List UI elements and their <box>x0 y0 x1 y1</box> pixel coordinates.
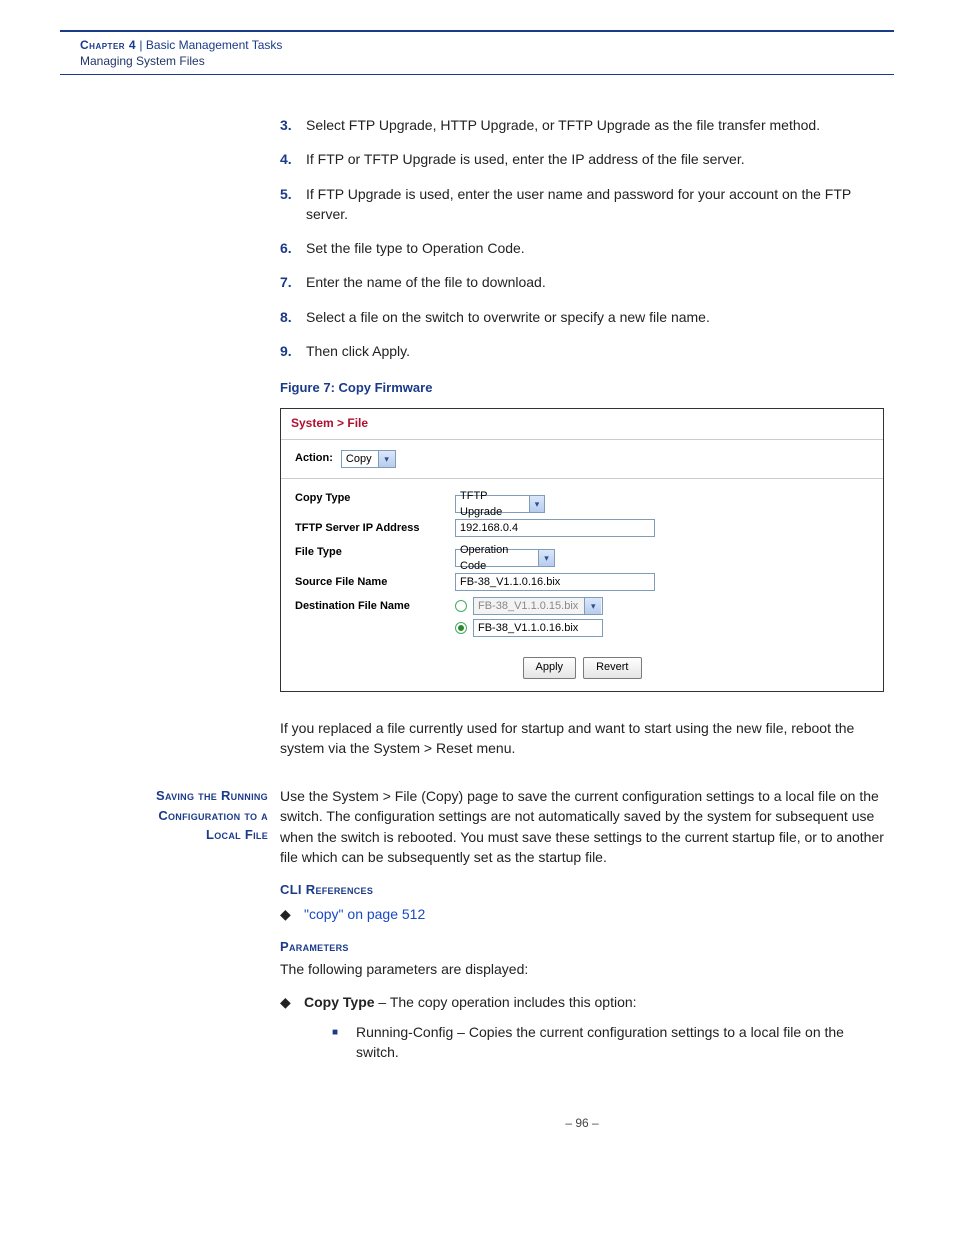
panel-breadcrumb: System > File <box>281 409 883 439</box>
dest-radio-new[interactable] <box>455 622 467 634</box>
chevron-down-icon: ▾ <box>584 598 601 614</box>
copy-firmware-panel: System > File Action: Copy ▾ Copy Type T… <box>280 408 884 691</box>
step-4: 4.If FTP or TFTP Upgrade is used, enter … <box>280 149 884 169</box>
section-body-text: Use the System > File (Copy) page to sav… <box>280 788 884 865</box>
chapter-label: Chapter 4 <box>80 38 136 52</box>
file-type-select[interactable]: Operation Code ▾ <box>455 549 555 567</box>
chevron-down-icon: ▾ <box>378 451 395 467</box>
after-figure-paragraph: If you replaced a file currently used fo… <box>280 718 884 759</box>
source-file-input[interactable]: FB-38_V1.1.0.16.bix <box>455 573 655 591</box>
step-7: 7.Enter the name of the file to download… <box>280 272 884 292</box>
file-type-label: File Type <box>295 543 455 561</box>
sub-param-running-config: ■ Running-Config – Copies the current co… <box>332 1022 884 1063</box>
cli-ref-item: ◆ "copy" on page 512 <box>280 904 884 924</box>
diamond-bullet-icon: ◆ <box>280 904 304 924</box>
cli-references-heading: CLI References <box>280 881 884 900</box>
dest-file-label: Destination File Name <box>295 597 455 615</box>
revert-button[interactable]: Revert <box>583 657 641 679</box>
param-copy-type: ◆ Copy Type – The copy operation include… <box>280 992 884 1073</box>
step-8: 8.Select a file on the switch to overwri… <box>280 307 884 327</box>
tftp-ip-label: TFTP Server IP Address <box>295 519 455 537</box>
diamond-bullet-icon: ◆ <box>280 992 304 1073</box>
numbered-steps: 3.Select FTP Upgrade, HTTP Upgrade, or T… <box>280 115 884 361</box>
param-desc: – The copy operation includes this optio… <box>375 994 637 1010</box>
dest-existing-select[interactable]: FB-38_V1.1.0.15.bix ▾ <box>473 597 603 615</box>
apply-button[interactable]: Apply <box>523 657 577 679</box>
page-header: Chapter 4 | Basic Management Tasks <box>60 34 894 54</box>
header-subtitle: Managing System Files <box>60 54 894 74</box>
step-3: 3.Select FTP Upgrade, HTTP Upgrade, or T… <box>280 115 884 135</box>
chevron-down-icon: ▾ <box>529 496 544 512</box>
section-side-heading: Saving the Running Configuration to a Lo… <box>60 786 280 845</box>
param-name: Copy Type <box>304 994 375 1010</box>
copy-type-label: Copy Type <box>295 489 455 507</box>
step-5: 5.If FTP Upgrade is used, enter the user… <box>280 184 884 225</box>
action-label: Action: <box>295 451 333 467</box>
step-6: 6.Set the file type to Operation Code. <box>280 238 884 258</box>
header-title: Basic Management Tasks <box>146 38 283 52</box>
square-bullet-icon: ■ <box>332 1022 356 1063</box>
page-number: – 96 – <box>280 1115 884 1132</box>
figure-caption: Figure 7: Copy Firmware <box>280 379 884 398</box>
parameters-heading: Parameters <box>280 938 884 957</box>
dest-new-input[interactable]: FB-38_V1.1.0.16.bix <box>473 619 603 637</box>
action-select[interactable]: Copy ▾ <box>341 450 396 468</box>
source-file-label: Source File Name <box>295 573 455 591</box>
header-separator: | <box>139 38 142 52</box>
chevron-down-icon: ▾ <box>538 550 554 566</box>
copy-link[interactable]: "copy" on page 512 <box>304 904 425 924</box>
step-9: 9.Then click Apply. <box>280 341 884 361</box>
copy-type-select[interactable]: TFTP Upgrade ▾ <box>455 495 545 513</box>
dest-radio-existing[interactable] <box>455 600 467 612</box>
parameters-intro: The following parameters are displayed: <box>280 959 884 979</box>
tftp-ip-input[interactable]: 192.168.0.4 <box>455 519 655 537</box>
